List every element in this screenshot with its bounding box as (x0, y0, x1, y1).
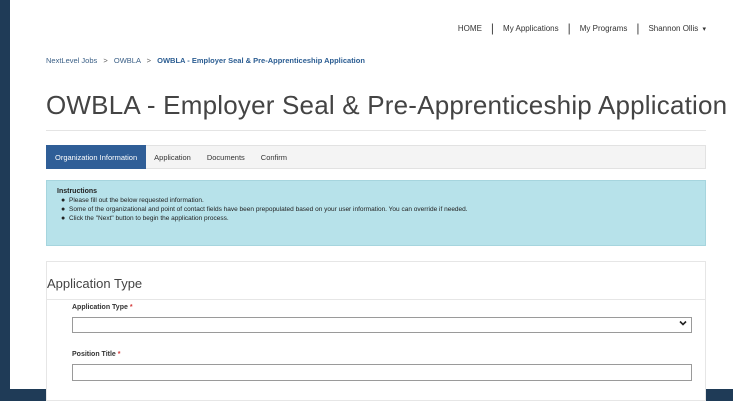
instructions-heading: Instructions (57, 188, 98, 195)
application-type-select[interactable] (72, 317, 692, 333)
nav-divider: | (567, 21, 571, 35)
breadcrumb: NextLevel Jobs > OWBLA > OWBLA - Employe… (46, 56, 365, 65)
required-mark: * (117, 351, 121, 358)
instruction-item: ● Please fill out the below requested inf… (61, 196, 695, 205)
tab-organization-information[interactable]: Organization Information (46, 145, 147, 169)
instruction-text: Some of the organizational and point of … (69, 206, 468, 213)
breadcrumb-current: OWBLA - Employer Seal & Pre-Apprenticesh… (157, 56, 365, 65)
nav-my-programs-link[interactable]: My Programs (573, 24, 635, 33)
instruction-item: ● Click the "Next" button to begin the ap… (61, 214, 695, 223)
bullet-icon: ● (61, 206, 66, 213)
application-type-label: Application Type * (72, 304, 133, 311)
nav-divider: | (636, 21, 640, 35)
nav-my-applications-link[interactable]: My Applications (496, 24, 566, 33)
position-title-label: Position Title * (72, 351, 121, 358)
instruction-text: Please fill out the below requested info… (69, 197, 204, 204)
required-mark: * (129, 304, 133, 311)
bullet-icon: ● (61, 197, 66, 204)
position-title-input[interactable] (72, 364, 692, 381)
instructions-box: Instructions ● Please fill out the below … (46, 180, 706, 246)
user-name: Shannon Ollis (648, 23, 699, 33)
instruction-item: ● Some of the organizational and point of… (61, 205, 695, 214)
tab-application[interactable]: Application (146, 146, 199, 168)
instruction-text: Click the "Next" button to begin the app… (69, 215, 229, 222)
bullet-icon: ● (61, 215, 66, 222)
nav-home-link[interactable]: HOME (451, 24, 489, 33)
application-type-panel: Application Type Application Type * Posi… (46, 261, 706, 401)
breadcrumb-separator: > (146, 56, 152, 65)
breadcrumb-owbla[interactable]: OWBLA (114, 56, 141, 65)
tab-documents[interactable]: Documents (199, 146, 253, 168)
top-nav: HOME | My Applications | My Programs | S… (451, 21, 713, 35)
page-title: OWBLA - Employer Seal & Pre-Apprenticesh… (46, 90, 728, 120)
user-menu[interactable]: Shannon Ollis ▾ (641, 24, 713, 33)
section-title: Application Type (47, 276, 143, 291)
breadcrumb-separator: > (103, 56, 108, 65)
step-tabs: Organization Information Application Doc… (46, 145, 706, 169)
caret-down-icon: ▾ (702, 25, 706, 33)
chevron-down-icon (679, 319, 687, 329)
position-title-label-text: Position Title (72, 351, 116, 358)
breadcrumb-nextlevel-jobs[interactable]: NextLevel Jobs (46, 56, 97, 65)
instructions-list: ● Please fill out the below requested inf… (57, 196, 695, 223)
application-type-label-text: Application Type (72, 304, 128, 311)
title-divider (46, 130, 706, 131)
section-divider (46, 299, 706, 300)
page: HOME | My Applications | My Programs | S… (10, 0, 733, 401)
nav-divider: | (490, 21, 495, 35)
tab-confirm[interactable]: Confirm (253, 146, 295, 168)
